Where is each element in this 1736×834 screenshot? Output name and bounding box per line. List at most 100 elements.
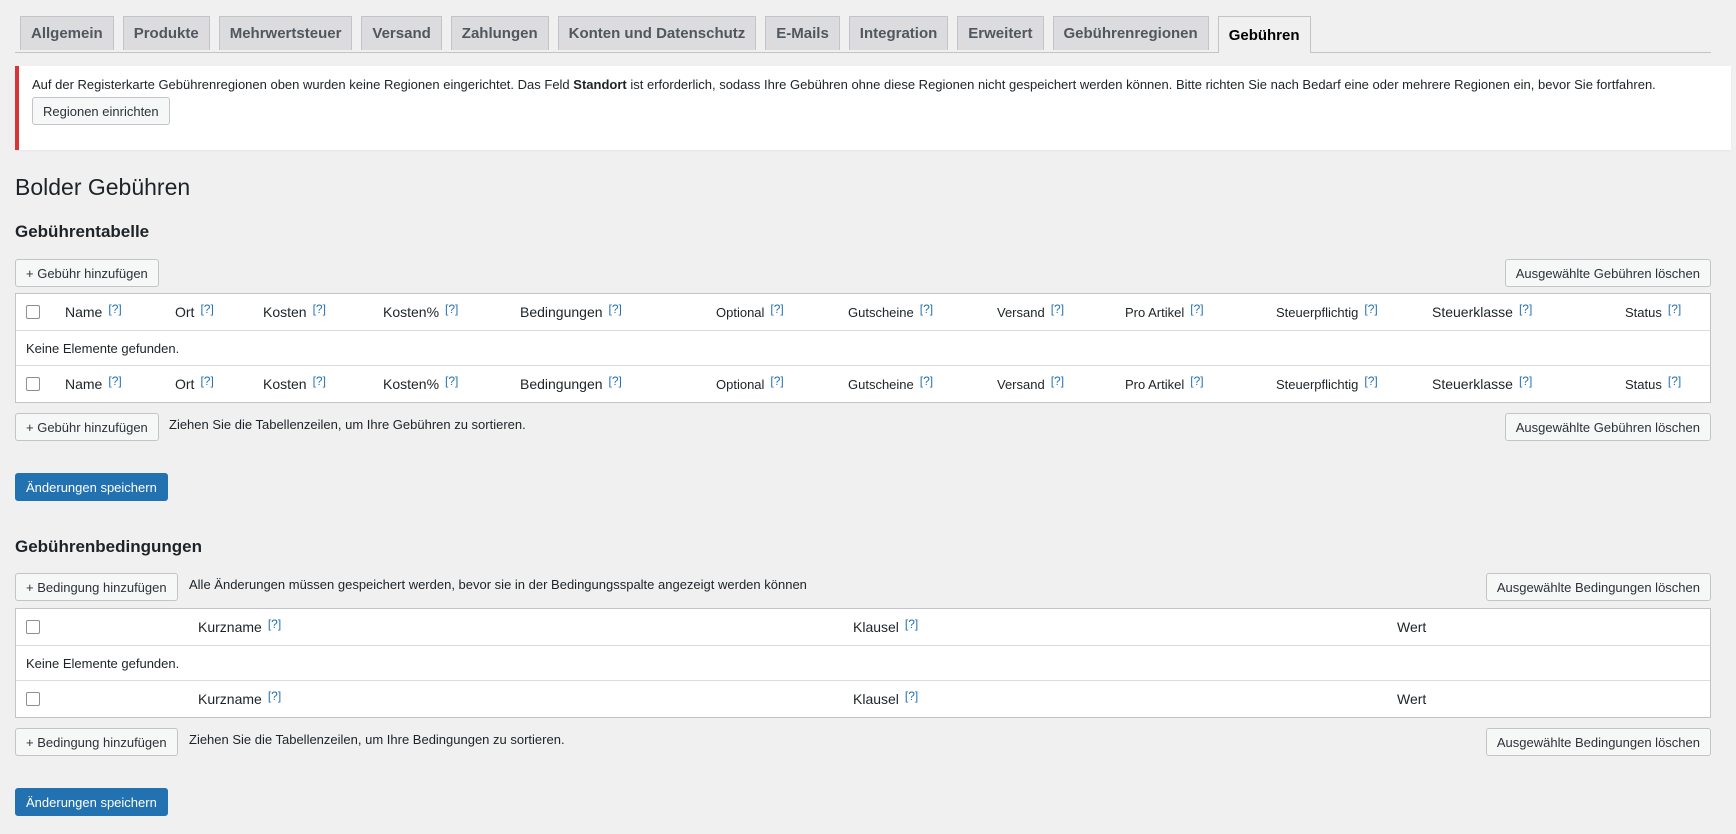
setup-regions-button[interactable]: Regionen einrichten <box>32 97 170 125</box>
help-link[interactable]: [?] <box>200 302 213 316</box>
help-link[interactable]: [?] <box>313 374 326 388</box>
conditions-table: Kurzname [?] Klausel [?] Wert Keine Elemen… <box>15 608 1711 718</box>
help-link[interactable]: [?] <box>1364 302 1377 316</box>
help-link[interactable]: [?] <box>1051 374 1064 388</box>
help-link[interactable]: [?] <box>1668 374 1681 388</box>
fees-empty-message: Keine Elemente gefunden. <box>26 341 180 356</box>
settings-tabs: Allgemein Produkte Mehrwertsteuer Versan… <box>15 0 1711 53</box>
help-link[interactable]: [?] <box>268 617 281 631</box>
col-ort: Ort [?] <box>175 302 214 320</box>
col-pro-artikel: Pro Artikel [?] <box>1125 374 1204 392</box>
col-steuerklasse: Steuerklasse [?] <box>1432 374 1533 392</box>
help-link[interactable]: [?] <box>770 374 783 388</box>
fees-sort-hint: Ziehen Sie die Tabellenzeilen, um Ihre G… <box>169 417 526 432</box>
fees-table-footer: Name [?] Ort [?] Kosten [?] Kosten% [?] Bedi… <box>16 366 1710 402</box>
help-link[interactable]: [?] <box>1519 374 1532 388</box>
fees-table: Name [?] Ort [?] Kosten [?] Kosten% [?] Bedi… <box>15 293 1711 403</box>
help-link[interactable]: [?] <box>108 302 121 316</box>
col-kosten: Kosten [?] <box>263 374 326 392</box>
conditions-empty-row: Keine Elemente gefunden. <box>16 646 1710 681</box>
col-kurzname: Kurzname [?] <box>198 689 282 707</box>
tab-allgemein[interactable]: Allgemein <box>20 16 114 50</box>
help-link[interactable]: [?] <box>445 302 458 316</box>
col-status: Status [?] <box>1625 374 1682 392</box>
help-link[interactable]: [?] <box>1190 302 1203 316</box>
settings-page: Allgemein Produkte Mehrwertsteuer Versan… <box>15 0 1731 816</box>
col-kosten-prozent: Kosten% [?] <box>383 302 459 320</box>
col-pro-artikel: Pro Artikel [?] <box>1125 302 1204 320</box>
col-bedingungen: Bedingungen [?] <box>520 302 622 320</box>
tab-gebuehrenregionen[interactable]: Gebührenregionen <box>1052 16 1209 50</box>
add-condition-button-bottom[interactable]: + Bedingung hinzufügen <box>15 728 178 756</box>
delete-selected-conditions-button-top[interactable]: Ausgewählte Bedingungen löschen <box>1485 573 1711 601</box>
col-kurzname: Kurzname [?] <box>198 617 282 635</box>
col-versand: Versand [?] <box>997 374 1065 392</box>
col-optional: Optional [?] <box>716 374 784 392</box>
conditions-sort-hint: Ziehen Sie die Tabellenzeilen, um Ihre B… <box>189 732 565 747</box>
select-all-conditions-checkbox[interactable] <box>26 620 40 634</box>
fees-table-header: Name [?] Ort [?] Kosten [?] Kosten% [?] Bedi… <box>16 294 1710 331</box>
delete-selected-conditions-button-bottom[interactable]: Ausgewählte Bedingungen löschen <box>1485 728 1711 756</box>
col-versand: Versand [?] <box>997 302 1065 320</box>
tab-versand[interactable]: Versand <box>361 16 442 50</box>
select-all-conditions-checkbox-footer[interactable] <box>26 692 40 706</box>
help-link[interactable]: [?] <box>445 374 458 388</box>
add-fee-button-top[interactable]: + Gebühr hinzufügen <box>15 259 159 287</box>
select-all-fees-checkbox-footer[interactable] <box>26 377 40 391</box>
add-condition-button-top[interactable]: + Bedingung hinzufügen <box>15 573 178 601</box>
notice-text-before: Auf der Registerkarte Gebührenregionen o… <box>32 77 574 92</box>
col-ort: Ort [?] <box>175 374 214 392</box>
tab-integration[interactable]: Integration <box>848 16 949 50</box>
help-link[interactable]: [?] <box>108 374 121 388</box>
tab-mehrwertsteuer[interactable]: Mehrwertsteuer <box>218 16 353 50</box>
help-link[interactable]: [?] <box>1519 302 1532 316</box>
help-link[interactable]: [?] <box>1190 374 1203 388</box>
select-all-fees-checkbox[interactable] <box>26 305 40 319</box>
error-notice: Auf der Registerkarte Gebührenregionen o… <box>15 66 1731 150</box>
col-name: Name [?] <box>65 302 122 320</box>
help-link[interactable]: [?] <box>1364 374 1377 388</box>
delete-selected-fees-button-bottom[interactable]: Ausgewählte Gebühren löschen <box>1504 413 1711 441</box>
help-link[interactable]: [?] <box>905 617 918 631</box>
conditions-table-header: Kurzname [?] Klausel [?] Wert <box>16 609 1710 646</box>
help-link[interactable]: [?] <box>1051 302 1064 316</box>
fees-empty-row: Keine Elemente gefunden. <box>16 331 1710 366</box>
help-link[interactable]: [?] <box>770 302 783 316</box>
help-link[interactable]: [?] <box>920 302 933 316</box>
col-kosten-prozent: Kosten% [?] <box>383 374 459 392</box>
tab-konten-und-datenschutz[interactable]: Konten und Datenschutz <box>557 16 757 50</box>
help-link[interactable]: [?] <box>920 374 933 388</box>
help-link[interactable]: [?] <box>313 302 326 316</box>
notice-text-bold: Standort <box>573 77 627 92</box>
tab-gebuehren[interactable]: Gebühren <box>1217 16 1311 53</box>
tab-produkte[interactable]: Produkte <box>122 16 210 50</box>
fees-table-heading: Gebührentabelle <box>15 222 150 241</box>
conditions-heading: Gebührenbedingungen <box>15 537 202 556</box>
delete-selected-fees-button-top[interactable]: Ausgewählte Gebühren löschen <box>1504 259 1711 287</box>
tab-zahlungen[interactable]: Zahlungen <box>450 16 549 50</box>
col-optional: Optional [?] <box>716 302 784 320</box>
tab-e-mails[interactable]: E-Mails <box>765 16 840 50</box>
col-klausel: Klausel [?] <box>853 689 919 707</box>
help-link[interactable]: [?] <box>609 302 622 316</box>
tab-erweitert[interactable]: Erweitert <box>957 16 1044 50</box>
col-gutscheine: Gutscheine [?] <box>848 302 934 320</box>
help-link[interactable]: [?] <box>1668 302 1681 316</box>
conditions-save-note: Alle Änderungen müssen gespeichert werde… <box>189 577 807 592</box>
help-link[interactable]: [?] <box>268 689 281 703</box>
col-status: Status [?] <box>1625 302 1682 320</box>
col-wert: Wert <box>1397 691 1427 707</box>
save-changes-button-conditions[interactable]: Änderungen speichern <box>15 788 168 816</box>
help-link[interactable]: [?] <box>200 374 213 388</box>
col-steuerpflichtig: Steuerpflichtig [?] <box>1276 374 1378 392</box>
col-name: Name [?] <box>65 374 122 392</box>
conditions-empty-message: Keine Elemente gefunden. <box>26 656 180 671</box>
save-changes-button-fees[interactable]: Änderungen speichern <box>15 473 168 501</box>
col-gutscheine: Gutscheine [?] <box>848 374 934 392</box>
help-link[interactable]: [?] <box>609 374 622 388</box>
col-kosten: Kosten [?] <box>263 302 326 320</box>
add-fee-button-bottom[interactable]: + Gebühr hinzufügen <box>15 413 159 441</box>
help-link[interactable]: [?] <box>905 689 918 703</box>
page-title: Bolder Gebühren <box>15 174 191 200</box>
col-steuerpflichtig: Steuerpflichtig [?] <box>1276 302 1378 320</box>
